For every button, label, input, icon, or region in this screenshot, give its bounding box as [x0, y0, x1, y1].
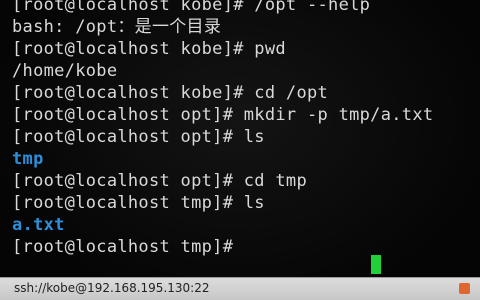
app-icon[interactable]	[459, 283, 470, 294]
terminal-screen[interactable]: [root@localhost kobe]# /opt --help bash:…	[0, 0, 480, 300]
terminal-line-command-ls: [root@localhost opt]# ls	[12, 127, 265, 147]
terminal-line-command-ls-2: [root@localhost tmp]# ls	[12, 193, 265, 213]
terminal-line-output-path: /home/kobe	[12, 61, 118, 81]
terminal-cursor	[371, 255, 381, 274]
terminal-line-prompt[interactable]: [root@localhost tmp]#	[12, 236, 480, 258]
connection-address: ssh://kobe@192.168.195.130:22	[14, 281, 210, 295]
terminal-line-directory-listing-2: a.txt	[12, 215, 65, 235]
terminal-line-error: bash: /opt：是一个目录	[12, 17, 222, 37]
terminal-line-directory-listing: tmp	[12, 149, 44, 169]
terminal-line-command-pwd: [root@localhost kobe]# pwd	[12, 39, 286, 59]
status-bar: ssh://kobe@192.168.195.130:22	[0, 277, 480, 300]
terminal-line-partial: [root@localhost kobe]# /opt --help	[12, 0, 371, 15]
terminal-line-command-cd-tmp: [root@localhost opt]# cd tmp	[12, 171, 307, 191]
terminal-line-command-cd-opt: [root@localhost kobe]# cd /opt	[12, 83, 329, 103]
terminal-output[interactable]: [root@localhost kobe]# /opt --help bash:…	[12, 0, 480, 258]
terminal-line-command-mkdir: [root@localhost opt]# mkdir -p tmp/a.txt	[12, 105, 434, 125]
